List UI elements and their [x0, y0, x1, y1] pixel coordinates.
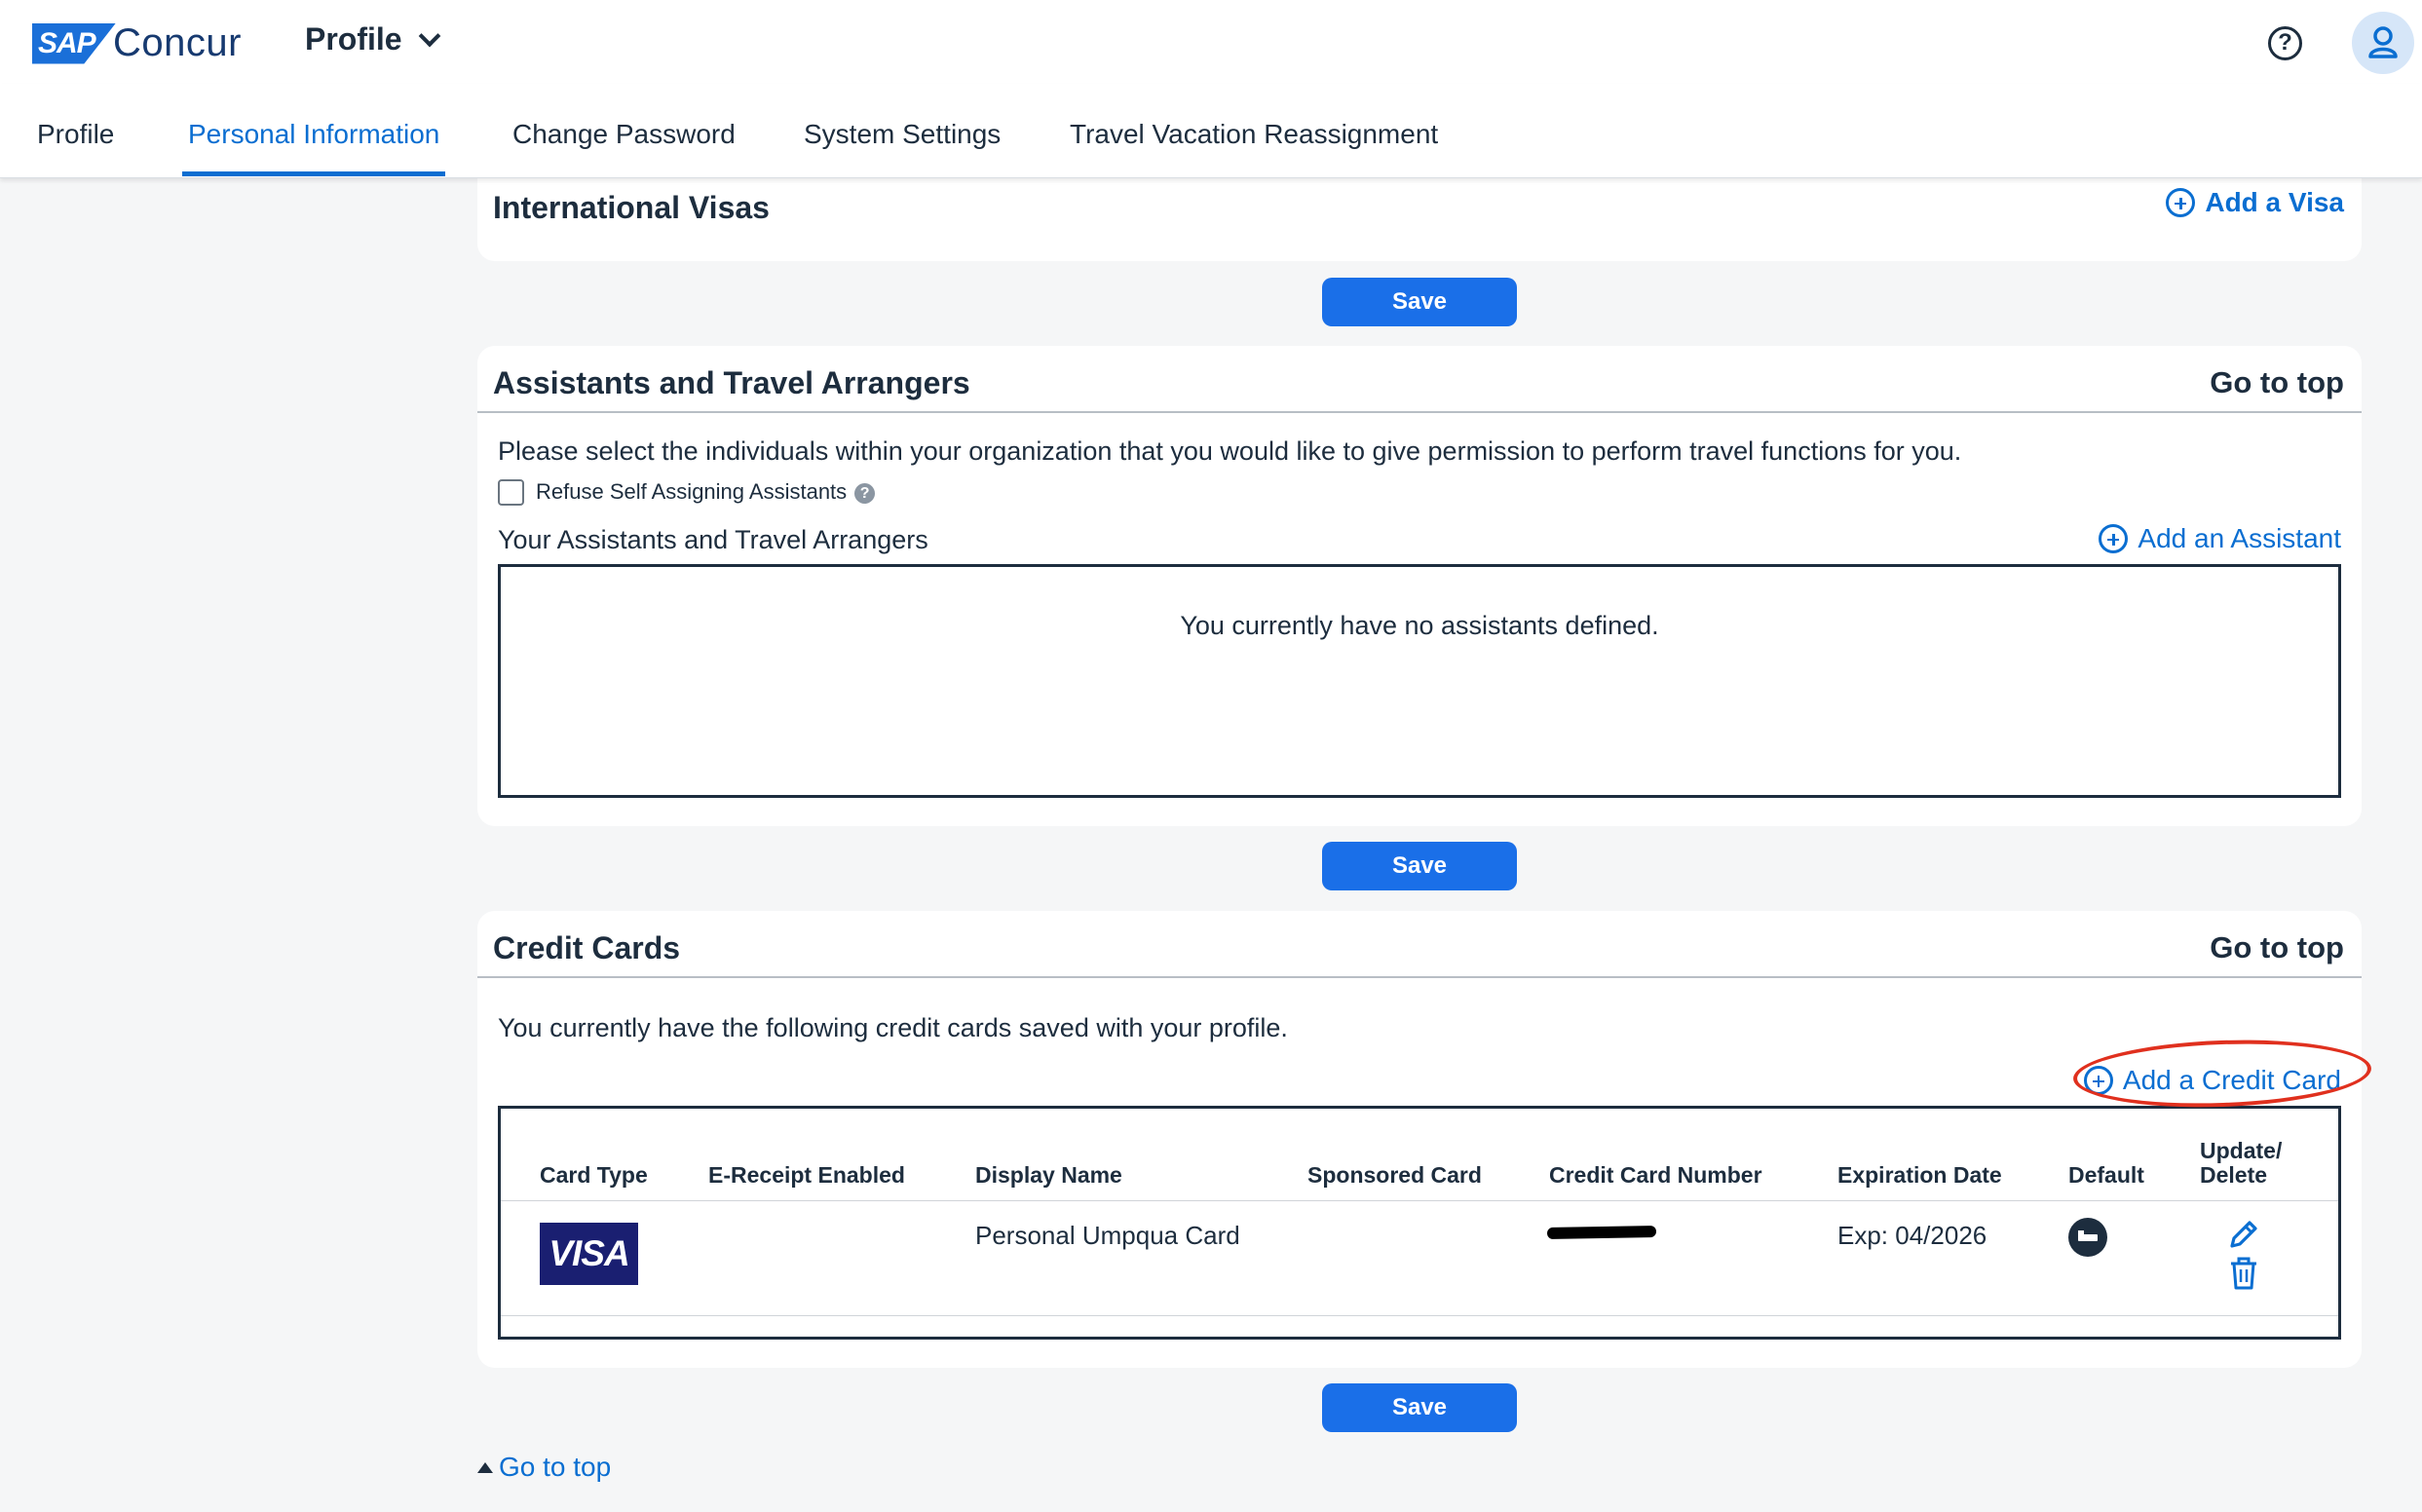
credit-cards-table: Card Type E-Receipt Enabled Display Name…	[498, 1106, 2341, 1340]
col-delete-label: Delete	[2200, 1162, 2268, 1188]
add-credit-card-label: Add a Credit Card	[2122, 1065, 2341, 1095]
col-update-delete: Update/ Delete	[2200, 1139, 2282, 1188]
section-divider	[477, 411, 2362, 413]
app-menu-label: Profile	[305, 21, 402, 57]
refuse-self-assigning-row: Refuse Self Assigning Assistants?	[536, 479, 876, 505]
help-icon[interactable]: ?	[854, 482, 876, 504]
refuse-self-assigning-label: Refuse Self Assigning Assistants	[536, 479, 848, 504]
card-expiration: Exp: 04/2026	[1837, 1221, 1987, 1250]
col-ereceipt-enabled: E-Receipt Enabled	[708, 1162, 905, 1188]
row-divider	[501, 1315, 2338, 1316]
tab-system-settings[interactable]: System Settings	[804, 119, 1001, 150]
redacted-card-number	[1546, 1226, 1657, 1239]
assistants-go-to-top-link[interactable]: Go to top	[2210, 365, 2344, 400]
chevron-down-icon	[418, 24, 440, 47]
tab-change-password[interactable]: Change Password	[512, 119, 736, 150]
header-divider	[501, 1200, 2338, 1201]
add-visa-link[interactable]: Add a Visa	[2166, 187, 2344, 218]
add-assistant-label: Add an Assistant	[2138, 523, 2341, 553]
profile-app-menu[interactable]: Profile	[305, 21, 440, 57]
active-tab-indicator	[182, 171, 445, 176]
user-icon	[2368, 26, 2398, 58]
credit-cards-title: Credit Cards	[493, 930, 681, 965]
concur-wordmark: Concur	[113, 21, 242, 64]
refuse-self-assigning-checkbox[interactable]	[498, 479, 524, 506]
profile-tab-bar: Profile Personal Information Change Pass…	[0, 84, 2422, 178]
bottom-go-to-top-link[interactable]: Go to top	[477, 1452, 611, 1483]
add-credit-card-link[interactable]: Add a Credit Card	[2083, 1065, 2341, 1096]
plus-circle-icon	[2166, 188, 2196, 217]
plus-circle-icon	[2099, 524, 2129, 553]
tab-travel-vacation-reassignment[interactable]: Travel Vacation Reassignment	[1070, 119, 1438, 150]
default-travel-bed-icon	[2068, 1218, 2107, 1257]
col-display-name: Display Name	[975, 1162, 1122, 1188]
credit-cards-go-to-top-link[interactable]: Go to top	[2210, 930, 2344, 965]
trash-icon	[2231, 1257, 2256, 1290]
sap-badge: SAP	[32, 22, 116, 64]
col-update-label: Update/	[2200, 1138, 2283, 1163]
col-sponsored-card: Sponsored Card	[1307, 1162, 1482, 1188]
col-expiration-date: Expiration Date	[1837, 1162, 2002, 1188]
delete-card-button[interactable]	[2229, 1257, 2258, 1295]
tab-profile[interactable]: Profile	[37, 119, 114, 150]
assistants-description: Please select the individuals within you…	[498, 436, 1962, 466]
visas-title: International Visas	[493, 190, 770, 225]
plus-circle-icon	[2083, 1066, 2113, 1095]
help-icon[interactable]: ?	[2268, 26, 2302, 60]
edit-card-button[interactable]	[2226, 1217, 2261, 1257]
assistants-panel: Assistants and Travel Arrangers Go to to…	[477, 346, 2362, 826]
save-visas-button[interactable]: Save	[1322, 278, 1517, 326]
no-assistants-message: You currently have no assistants defined…	[1180, 611, 1659, 640]
tab-personal-information[interactable]: Personal Information	[188, 119, 439, 150]
card-display-name: Personal Umpqua Card	[975, 1221, 1240, 1250]
section-divider	[477, 976, 2362, 978]
credit-cards-description: You currently have the following credit …	[498, 1013, 1288, 1042]
col-card-type: Card Type	[540, 1162, 648, 1188]
add-visa-label: Add a Visa	[2205, 187, 2344, 217]
credit-cards-panel: Credit Cards Go to top You currently hav…	[477, 911, 2362, 1368]
assistants-title: Assistants and Travel Arrangers	[493, 365, 970, 400]
visa-logo: VISA	[540, 1223, 638, 1285]
save-assistants-button[interactable]: Save	[1322, 842, 1517, 890]
triangle-up-icon	[477, 1461, 493, 1473]
col-default: Default	[2068, 1162, 2144, 1188]
go-to-top-label: Go to top	[499, 1452, 612, 1482]
top-bar: SAP Concur Profile ?	[0, 0, 2422, 84]
add-assistant-link[interactable]: Add an Assistant	[2099, 523, 2341, 554]
user-avatar-button[interactable]	[2352, 12, 2414, 74]
col-credit-card-number: Credit Card Number	[1549, 1162, 1762, 1188]
assistants-list-title: Your Assistants and Travel Arrangers	[498, 525, 928, 554]
save-credit-cards-button[interactable]: Save	[1322, 1383, 1517, 1432]
sap-concur-logo[interactable]: SAP Concur	[32, 21, 242, 65]
pencil-icon	[2230, 1221, 2257, 1248]
assistants-list-box: You currently have no assistants defined…	[498, 564, 2341, 798]
